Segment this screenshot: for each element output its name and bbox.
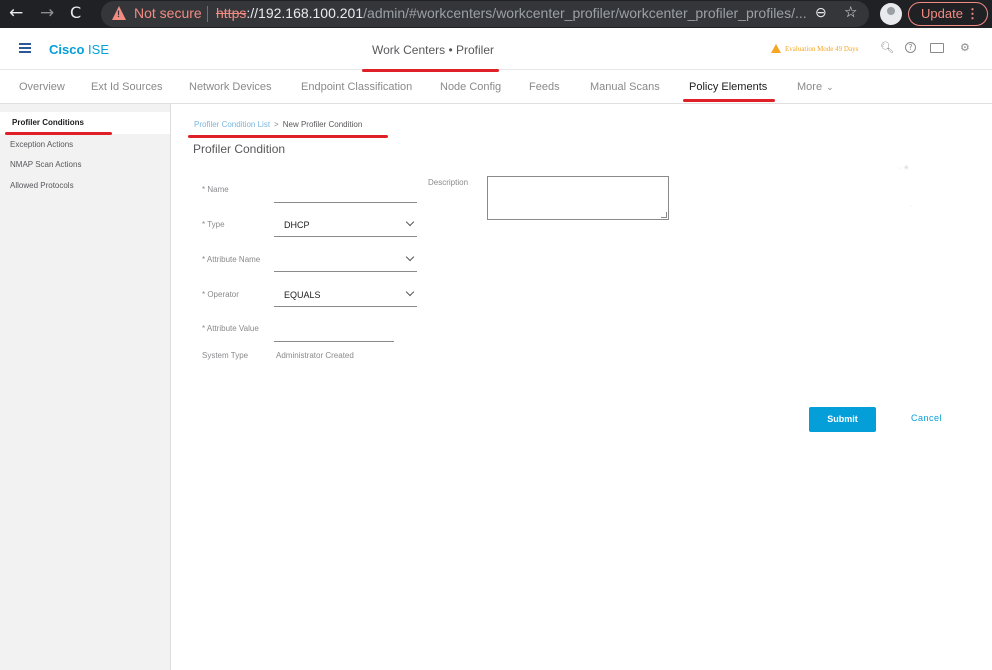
gear-icon[interactable]: ⚙: [960, 41, 970, 54]
tab-policy-elements[interactable]: Policy Elements: [689, 81, 767, 93]
operator-select-value: EQUALS: [284, 290, 321, 300]
faint-mark: · ✳: [899, 165, 910, 172]
attribute-name-label: * Attribute Name: [202, 255, 261, 264]
system-type-label: System Type: [202, 351, 249, 360]
system-type-value: Administrator Created: [276, 351, 354, 360]
reload-icon[interactable]: C: [70, 3, 81, 23]
kebab-menu-icon: ⋮: [966, 6, 979, 21]
app-header: Cisco ISE Work Centers • Profiler Evalua…: [0, 28, 992, 70]
sidebar-item-exception-actions[interactable]: Exception Actions: [10, 140, 73, 149]
name-label: * Name: [202, 185, 229, 194]
brand-company: Cisco: [49, 42, 85, 57]
type-label: * Type: [202, 220, 225, 229]
tab-node-config[interactable]: Node Config: [440, 81, 501, 93]
zoom-icon[interactable]: ⊖: [815, 4, 827, 21]
tab-network-devices[interactable]: Network Devices: [189, 81, 272, 93]
submit-button[interactable]: Submit: [809, 407, 876, 432]
evaluation-warning-icon: [771, 44, 781, 53]
tab-feeds[interactable]: Feeds: [529, 81, 560, 93]
url-path: /admin/#workcenters/workcenter_profiler/…: [363, 5, 806, 21]
url-scheme: https: [216, 5, 247, 21]
description-textarea[interactable]: [487, 176, 669, 220]
url-host: ://192.168.100.201: [246, 5, 364, 21]
attribute-value-field[interactable]: [274, 318, 394, 342]
browser-toolbar: ← → C Not secure https://192.168.100.201…: [0, 0, 992, 28]
url-text[interactable]: https://192.168.100.201/admin/#workcente…: [216, 5, 806, 21]
chevron-down-icon: [405, 287, 415, 297]
brand-logo[interactable]: Cisco ISE: [49, 42, 109, 57]
tab-overview[interactable]: Overview: [19, 81, 65, 93]
operator-select[interactable]: EQUALS: [274, 283, 417, 307]
annotation-underline: [5, 132, 112, 135]
sidebar: Profiler Conditions Exception Actions NM…: [0, 104, 171, 670]
omnibox-divider: [207, 6, 208, 22]
hamburger-menu-icon[interactable]: [19, 43, 31, 53]
help-icon[interactable]: ?: [905, 42, 916, 53]
breadcrumb-link[interactable]: Profiler Condition List: [194, 120, 270, 129]
bookmark-star-icon[interactable]: ☆: [844, 3, 857, 21]
update-button[interactable]: Update ⋮: [908, 2, 988, 26]
breadcrumb-current: New Profiler Condition: [282, 120, 363, 129]
tab-bar: Overview Ext Id Sources Network Devices …: [0, 71, 992, 104]
back-icon[interactable]: ←: [9, 3, 23, 23]
annotation-underline: [683, 99, 775, 102]
tab-endpoint-classification[interactable]: Endpoint Classification: [301, 81, 412, 93]
description-label: Description: [428, 178, 469, 187]
tab-more-label: More: [797, 81, 823, 93]
type-select[interactable]: DHCP: [274, 213, 417, 237]
sidebar-item-allowed-protocols[interactable]: Allowed Protocols: [10, 181, 74, 190]
forward-icon[interactable]: →: [40, 3, 54, 23]
address-bar[interactable]: Not secure https://192.168.100.201/admin…: [101, 1, 869, 27]
sidebar-item-profiler-conditions[interactable]: Profiler Conditions: [0, 112, 170, 134]
annotation-underline: [188, 135, 388, 138]
chevron-down-icon: [405, 217, 415, 227]
breadcrumb-separator: >: [274, 120, 279, 129]
attribute-value-label: * Attribute Value: [202, 324, 259, 333]
screen-icon[interactable]: [930, 43, 944, 53]
search-icon[interactable]: 🔍︎: [880, 41, 894, 54]
warning-icon: [112, 6, 126, 20]
not-secure-label[interactable]: Not secure: [134, 5, 202, 21]
attribute-name-select[interactable]: [274, 248, 417, 272]
operator-label: * Operator: [202, 290, 239, 299]
page-heading: Work Centers • Profiler: [372, 43, 495, 57]
chevron-down-icon: [405, 252, 415, 262]
faint-mark: ·: [910, 203, 913, 210]
resize-handle-icon[interactable]: [661, 212, 667, 218]
tab-ext-id-sources[interactable]: Ext Id Sources: [91, 81, 163, 93]
name-field[interactable]: [274, 179, 417, 203]
sidebar-item-nmap-scan-actions[interactable]: NMAP Scan Actions: [10, 160, 81, 169]
chevron-down-icon: ⌄: [826, 82, 834, 92]
breadcrumb: Profiler Condition List > New Profiler Con…: [194, 120, 362, 129]
evaluation-mode-badge[interactable]: Evaluation Mode 49 Days: [785, 45, 858, 53]
brand-product: ISE: [88, 42, 109, 57]
profile-avatar-icon[interactable]: [880, 3, 902, 25]
cancel-button[interactable]: Cancel: [911, 413, 942, 423]
tab-more[interactable]: More ⌄: [797, 81, 834, 93]
update-label: Update: [921, 6, 963, 21]
tab-manual-scans[interactable]: Manual Scans: [590, 81, 660, 93]
type-select-value: DHCP: [284, 220, 310, 230]
page-title: Profiler Condition: [193, 142, 286, 156]
